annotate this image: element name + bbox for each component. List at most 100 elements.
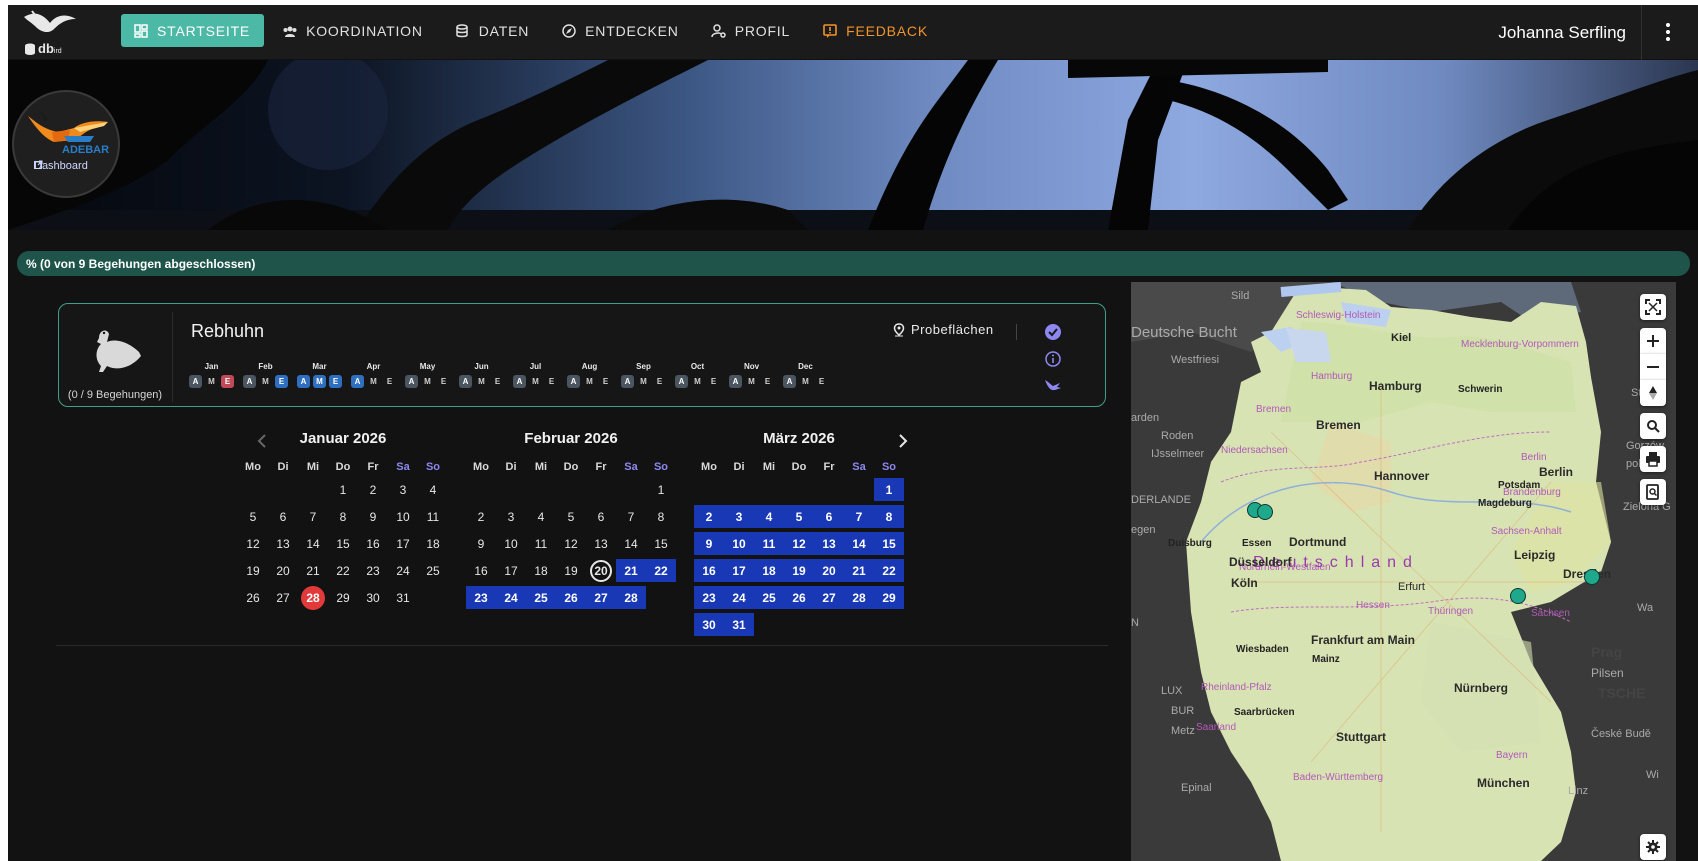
nav-koordination[interactable]: KOORDINATION (270, 14, 437, 47)
reset-north-button[interactable] (1640, 380, 1666, 406)
calendar-day[interactable]: 27 (586, 586, 616, 609)
calendar-day[interactable]: 15 (646, 530, 676, 557)
calendar-day[interactable]: 22 (646, 559, 676, 582)
visit-chip[interactable]: A (675, 375, 688, 388)
calendar-day[interactable]: 20 (814, 559, 844, 582)
calendar-day[interactable]: 17 (388, 530, 418, 557)
visit-chip[interactable]: M (637, 375, 650, 388)
calendar-day[interactable]: 10 (388, 503, 418, 530)
zoom-out-button[interactable] (1640, 354, 1666, 380)
calendar-day[interactable]: 27 (814, 586, 844, 609)
calendar-day[interactable]: 4 (754, 505, 784, 528)
visit-chip[interactable]: A (513, 375, 526, 388)
fullscreen-button[interactable] (1640, 294, 1666, 320)
visit-chip[interactable]: E (653, 375, 666, 388)
more-menu-icon[interactable] (1658, 19, 1678, 45)
calendar-day[interactable]: 20 (268, 557, 298, 584)
calendar-day[interactable]: 10 (496, 530, 526, 557)
calendar-day[interactable]: 19 (784, 559, 814, 582)
visit-chip[interactable]: E (761, 375, 774, 388)
calendar-day[interactable]: 18 (754, 559, 784, 582)
observation-marker[interactable] (1257, 504, 1273, 520)
calendar-day[interactable]: 9 (694, 532, 724, 555)
calendar-day[interactable]: 19 (238, 557, 268, 584)
calendar-day[interactable]: 31 (388, 584, 418, 611)
calendar-day[interactable]: 2 (466, 503, 496, 530)
check-circle-icon[interactable] (1044, 323, 1062, 341)
calendar-day[interactable]: 13 (586, 530, 616, 557)
calendar-day[interactable]: 1 (646, 476, 676, 503)
calendar-day[interactable]: 3 (724, 505, 754, 528)
calendar-day[interactable]: 8 (874, 505, 904, 528)
zoom-in-button[interactable] (1640, 328, 1666, 354)
calendar-day[interactable]: 12 (556, 530, 586, 557)
calendar-day[interactable]: 21 (616, 559, 646, 582)
calendar-day[interactable]: 2 (358, 476, 388, 503)
calendar-day[interactable]: 26 (556, 586, 586, 609)
calendar-day[interactable]: 7 (298, 503, 328, 530)
map-settings-button[interactable] (1640, 834, 1666, 860)
calendar-day[interactable]: 19 (556, 557, 586, 584)
calendar-day[interactable]: 14 (844, 532, 874, 555)
visit-chip[interactable]: M (475, 375, 488, 388)
calendar-day[interactable]: 26 (784, 586, 814, 609)
visit-chip[interactable]: E (545, 375, 558, 388)
visit-chip[interactable]: A (621, 375, 634, 388)
adebar-dashboard-link[interactable]: ADEBAR Dashboard (12, 90, 120, 198)
calendar-day[interactable]: 14 (298, 530, 328, 557)
visit-chip[interactable]: M (583, 375, 596, 388)
dashboard-link[interactable]: Dashboard (34, 160, 88, 172)
observation-marker[interactable] (1510, 588, 1526, 604)
visit-chip[interactable]: A (297, 375, 310, 388)
calendar-day[interactable]: 26 (238, 584, 268, 611)
visit-chip[interactable]: A (351, 375, 364, 388)
calendar-day[interactable]: 25 (526, 586, 556, 609)
calendar-day[interactable]: 1 (328, 476, 358, 503)
visit-chip[interactable]: M (313, 375, 326, 388)
calendar-day[interactable]: 7 (616, 503, 646, 530)
map-view[interactable]: Sild Deutsche Bucht Westfriesi arden Rod… (1131, 282, 1676, 861)
visit-chip[interactable]: M (259, 375, 272, 388)
calendar-day[interactable]: 9 (358, 503, 388, 530)
species-card[interactable]: (0 / 9 Begehungen) Rebhuhn Jan AME Feb A… (58, 303, 1106, 407)
visit-chip[interactable]: E (599, 375, 612, 388)
calendar-day[interactable]: 9 (466, 530, 496, 557)
calendar-day[interactable]: 21 (844, 559, 874, 582)
visit-chip[interactable]: M (205, 375, 218, 388)
calendar-day[interactable]: 25 (754, 586, 784, 609)
observation-marker[interactable] (1584, 569, 1600, 585)
bird-icon[interactable] (1044, 376, 1062, 394)
calendar-day[interactable]: 7 (844, 505, 874, 528)
visit-chip[interactable]: A (459, 375, 472, 388)
visit-chip[interactable]: A (189, 375, 202, 388)
visit-chip[interactable]: A (567, 375, 580, 388)
calendar-day[interactable]: 20 (586, 557, 616, 584)
calendar-day[interactable]: 6 (268, 503, 298, 530)
visit-chip[interactable]: M (745, 375, 758, 388)
visit-chip[interactable]: M (799, 375, 812, 388)
visit-chip[interactable]: A (405, 375, 418, 388)
calendar-day[interactable]: 15 (874, 532, 904, 555)
calendar-day[interactable]: 16 (466, 557, 496, 584)
calendar-day[interactable]: 6 (586, 503, 616, 530)
visit-chip[interactable]: E (815, 375, 828, 388)
calendar-day[interactable]: 16 (358, 530, 388, 557)
calendar-day[interactable]: 18 (526, 557, 556, 584)
calendar-day[interactable]: 23 (694, 586, 724, 609)
nav-entdecken[interactable]: ENTDECKEN (549, 14, 693, 47)
calendar-day[interactable]: 17 (496, 557, 526, 584)
search-map-button[interactable] (1640, 479, 1666, 505)
visit-chip[interactable]: E (383, 375, 396, 388)
calendar-day[interactable]: 28 (616, 586, 646, 609)
calendar-day[interactable]: 23 (358, 557, 388, 584)
dbird-logo[interactable]: dbird (20, 9, 86, 57)
calendar-day[interactable]: 23 (466, 586, 496, 609)
visit-chip[interactable]: E (329, 375, 342, 388)
calendar-day[interactable]: 4 (526, 503, 556, 530)
calendar-day[interactable]: 29 (328, 584, 358, 611)
calendar-day[interactable]: 24 (724, 586, 754, 609)
calendar-day[interactable]: 17 (724, 559, 754, 582)
calendar-day[interactable]: 15 (328, 530, 358, 557)
calendar-day[interactable]: 27 (268, 584, 298, 611)
visit-chip[interactable]: E (707, 375, 720, 388)
